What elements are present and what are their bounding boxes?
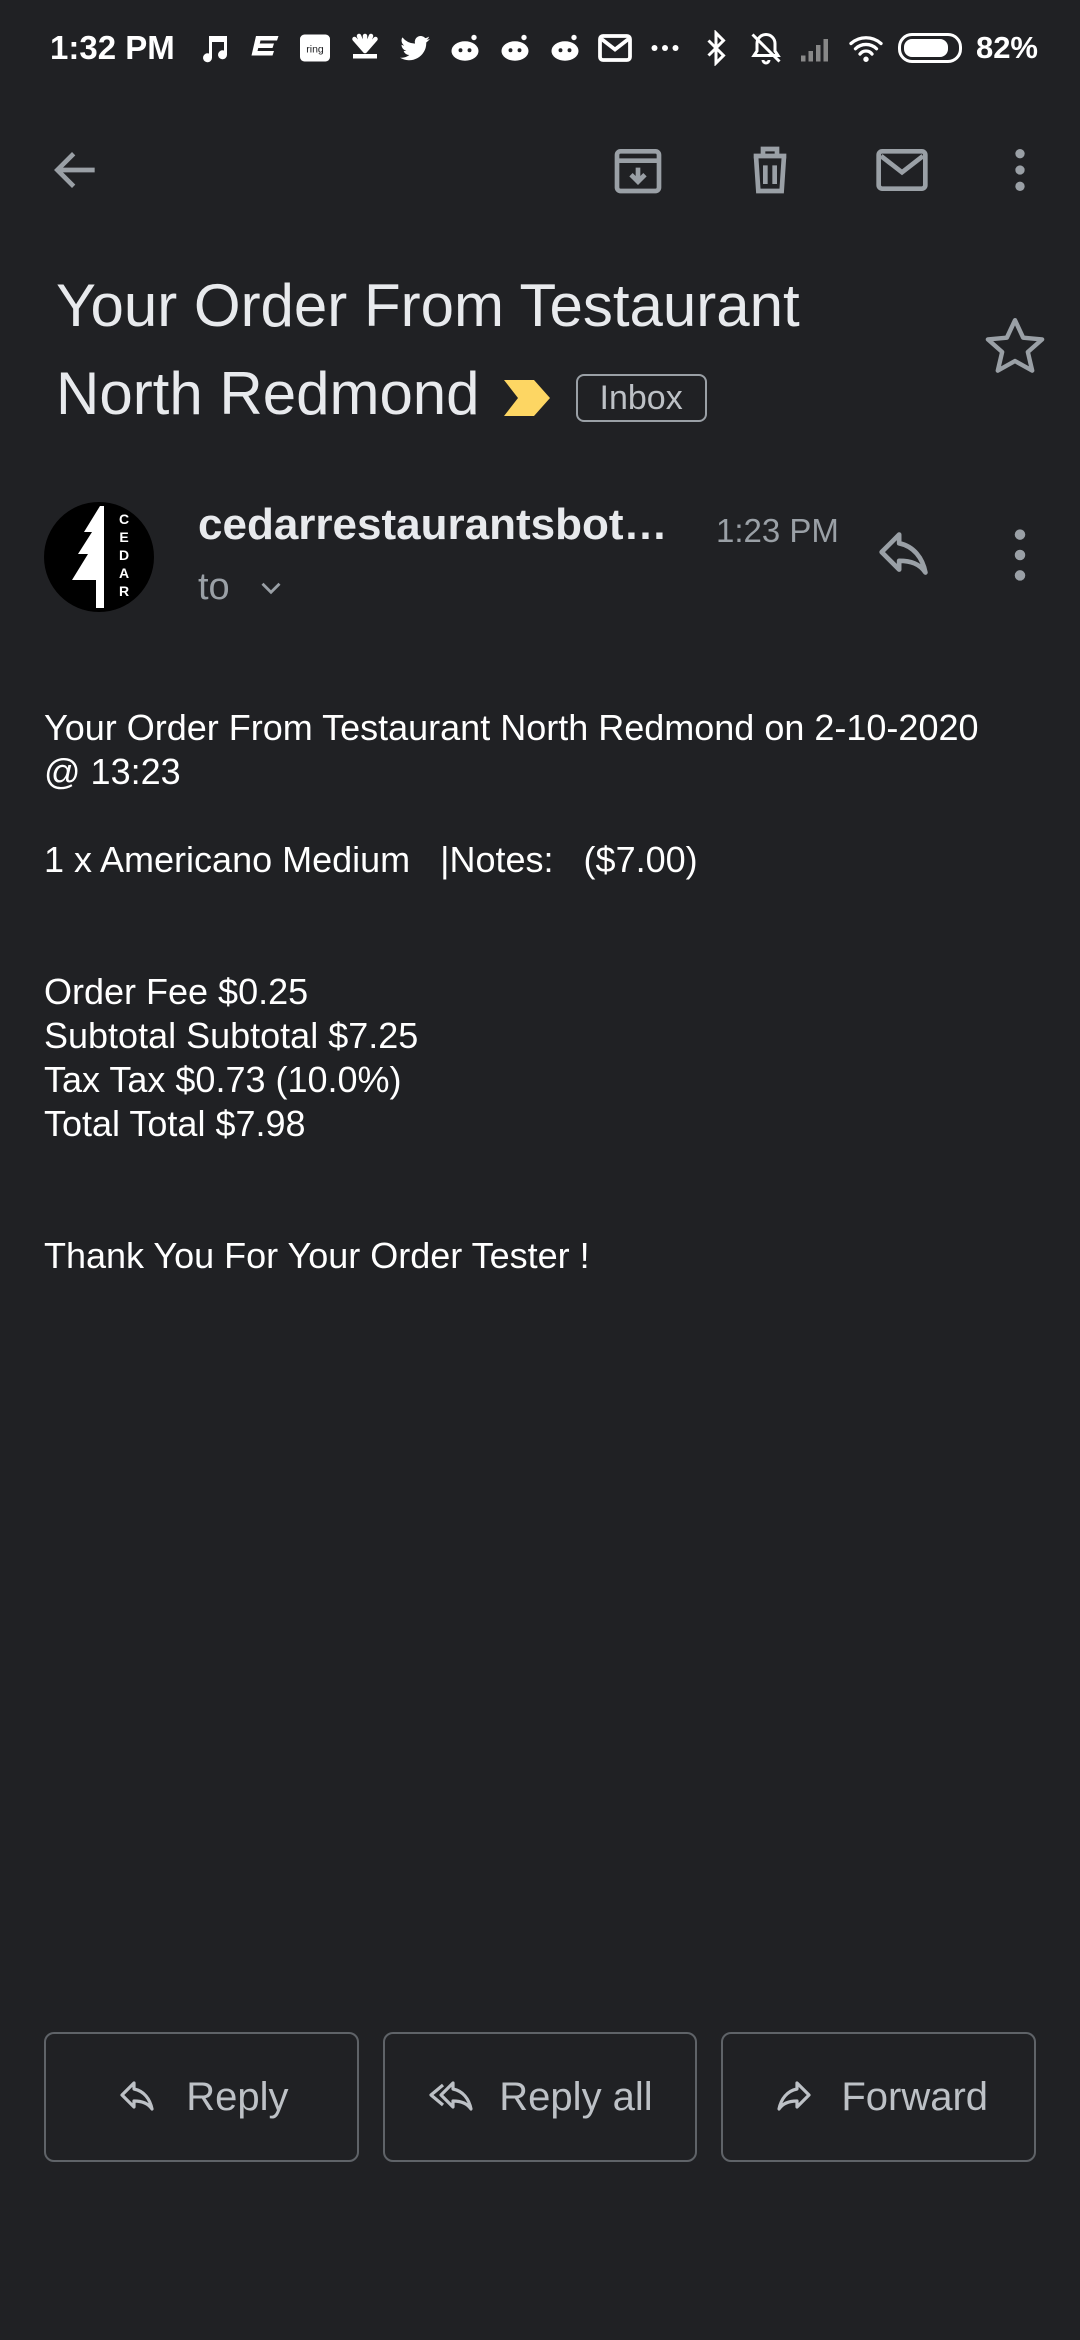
chevron-down-icon <box>261 582 281 594</box>
reply-all-button[interactable]: Reply all <box>382 2032 698 2162</box>
svg-text:R: R <box>119 583 129 599</box>
trash-icon <box>753 146 787 194</box>
svg-text:A: A <box>119 565 129 581</box>
reply-all-icon <box>429 2081 473 2111</box>
music-icon <box>197 30 233 66</box>
email-body: Your Order From Testaurant North Redmond… <box>44 706 1034 1278</box>
twitter-icon <box>397 30 433 66</box>
cedar-logo-icon: C E D A R <box>72 506 129 608</box>
archive-icon <box>614 149 662 194</box>
archive-button[interactable] <box>598 130 678 210</box>
order-item: 1 x Americano Medium |Notes: ($7.00) <box>44 839 698 880</box>
body-line-2: @ 13:23 <box>44 751 181 792</box>
svg-text:E: E <box>119 529 128 545</box>
gmail-icon <box>597 30 633 66</box>
wifi-icon <box>848 30 884 66</box>
email-subject: Your Order From Testaurant North Redmond… <box>56 262 956 442</box>
ring-icon: ring <box>297 30 333 66</box>
reply-icon <box>879 532 928 575</box>
cnbc-icon <box>347 30 383 66</box>
star-button[interactable] <box>980 312 1050 382</box>
recipient-label: to <box>198 566 230 608</box>
forward-button[interactable]: Forward <box>721 2032 1037 2162</box>
mark-unread-button[interactable] <box>862 130 942 210</box>
espn-icon <box>247 30 283 66</box>
order-tax: Tax Tax $0.73 (10.0%) <box>44 1059 402 1100</box>
status-bar: 1:32 PM ring 82% <box>0 0 1080 96</box>
thank-you-line: Thank You For Your Order Tester ! <box>44 1235 590 1276</box>
reply-icon <box>120 2081 154 2111</box>
more-vert-icon <box>1014 529 1026 581</box>
message-more-button[interactable] <box>985 520 1055 590</box>
subject-line-2: North Redmond <box>56 360 480 427</box>
email-time: 1:23 PM <box>716 512 839 549</box>
forward-button-label: Forward <box>841 2074 989 2119</box>
subject-line-1: Your Order From Testaurant <box>56 272 800 339</box>
battery-icon <box>897 33 962 63</box>
reply-all-button-label: Reply all <box>499 2074 653 2119</box>
battery-level <box>903 39 948 57</box>
top-app-bar <box>0 120 1080 220</box>
more-icon <box>647 30 683 66</box>
reply-icon-button[interactable] <box>870 520 940 590</box>
ring-icon-text: ring <box>306 44 324 56</box>
order-fee: Order Fee $0.25 <box>44 971 309 1012</box>
sender-avatar[interactable]: C E D A R <box>44 502 154 612</box>
sender-name[interactable]: cedarrestaurantsbot@... <box>198 500 703 550</box>
more-vert-icon <box>1015 149 1025 191</box>
forward-icon <box>777 2081 811 2111</box>
reddit-icon <box>497 30 533 66</box>
mail-icon <box>876 149 928 191</box>
order-subtotal: Subtotal Subtotal $7.25 <box>44 1015 419 1056</box>
status-right: 82% <box>698 30 1038 66</box>
svg-text:C: C <box>119 511 129 527</box>
notifications-off-icon <box>748 30 784 66</box>
back-button[interactable] <box>36 130 116 210</box>
reddit-icon <box>447 30 483 66</box>
star-icon <box>985 317 1045 373</box>
action-buttons: Reply Reply all Forward <box>44 2032 1037 2162</box>
recipient-details-toggle[interactable]: to <box>198 566 288 609</box>
reply-button[interactable]: Reply <box>44 2032 359 2162</box>
status-time: 1:32 PM <box>50 29 175 66</box>
status-left: 1:32 PM ring <box>50 29 683 67</box>
overflow-menu-button[interactable] <box>980 130 1060 210</box>
arrow-back-icon <box>54 152 95 188</box>
body-line-1: Your Order From Testaurant North Redmond… <box>44 707 979 748</box>
svg-text:D: D <box>119 547 129 563</box>
order-total: Total Total $7.98 <box>44 1103 306 1144</box>
subject-line-2-row: North Redmond Inbox <box>56 350 956 442</box>
important-marker-icon[interactable] <box>502 354 552 442</box>
delete-button[interactable] <box>730 130 810 210</box>
bluetooth-icon <box>698 30 734 66</box>
signal-icon <box>798 30 834 66</box>
battery-percent: 82% <box>975 30 1038 65</box>
reddit-icon <box>547 30 583 66</box>
inbox-label-chip[interactable]: Inbox <box>575 374 707 423</box>
reply-button-label: Reply <box>186 2074 289 2119</box>
